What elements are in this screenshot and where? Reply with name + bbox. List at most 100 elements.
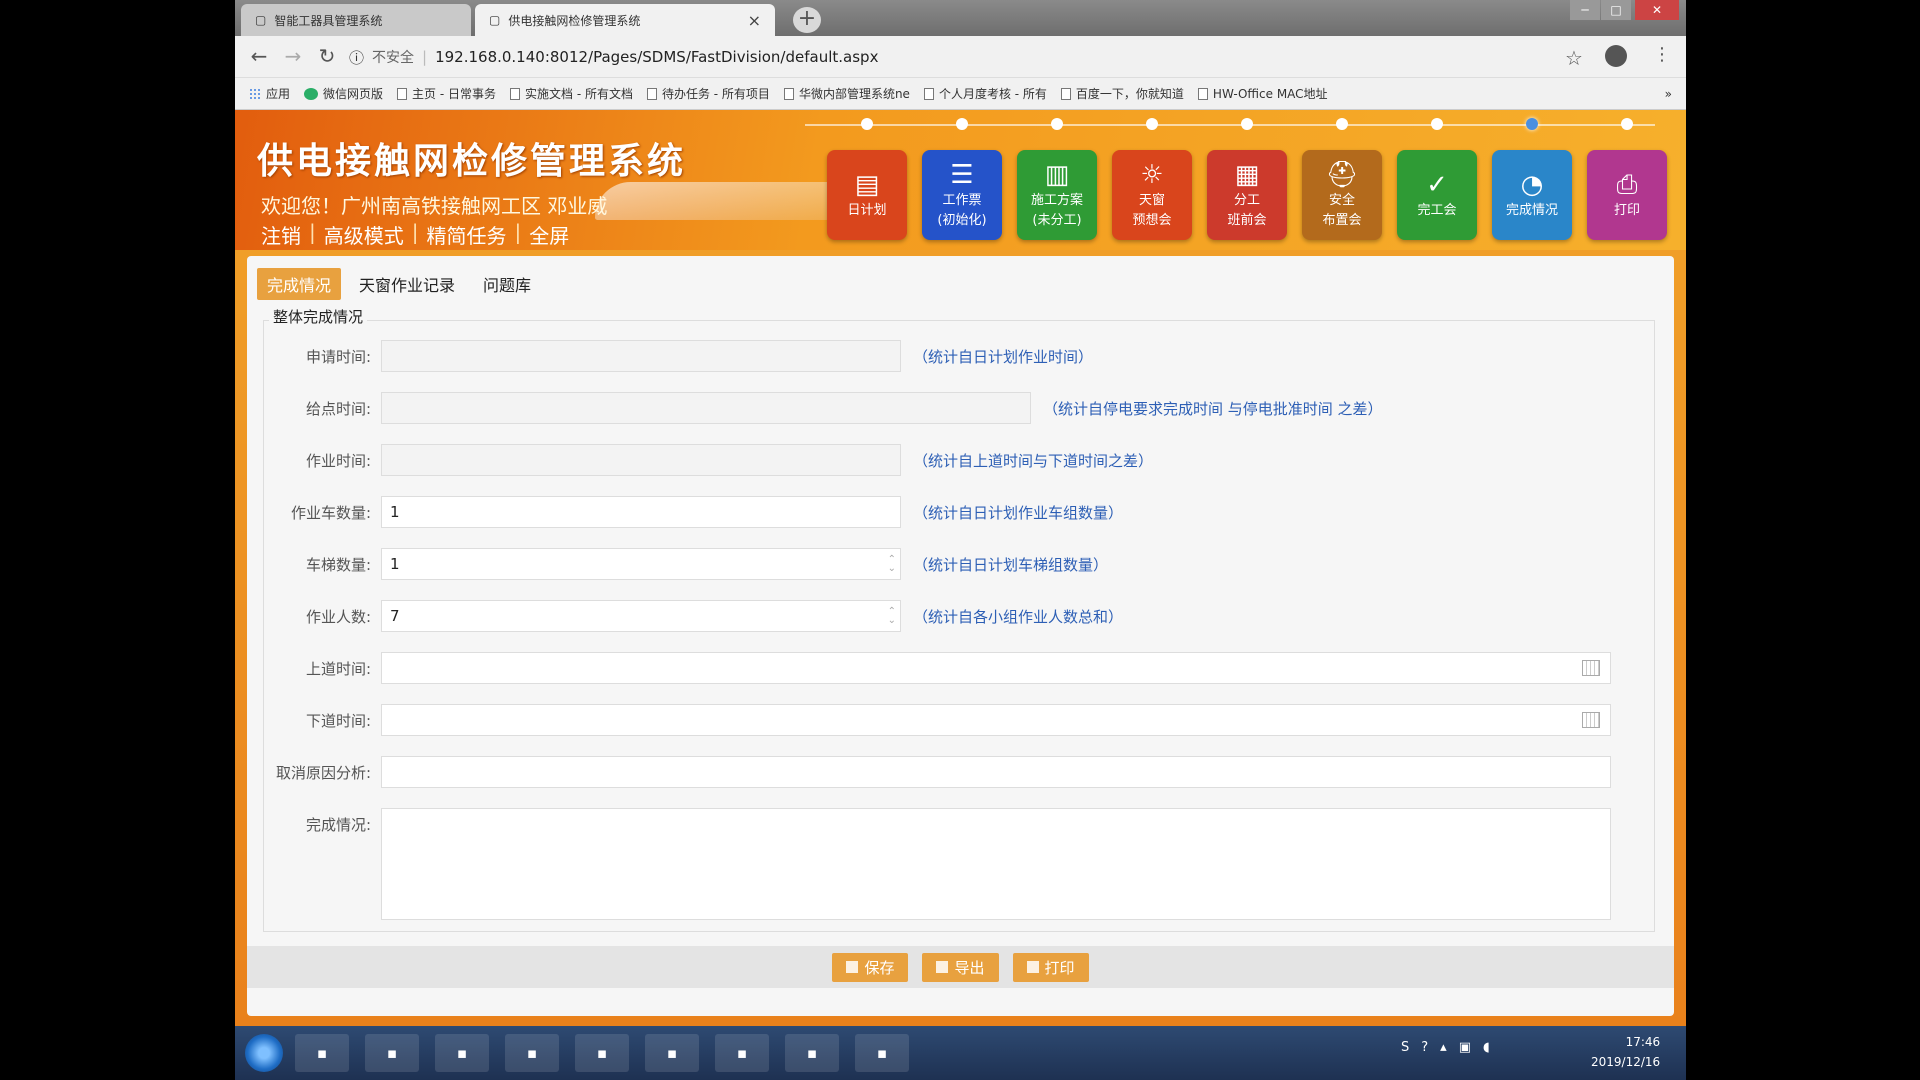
- calendar-icon[interactable]: [1582, 712, 1600, 728]
- timeline-dot: [1051, 118, 1063, 130]
- volume-icon[interactable]: ◖: [1483, 1040, 1490, 1055]
- ladder-count-field[interactable]: 1 ⌃ ⌄: [381, 548, 901, 580]
- media-icon[interactable]: ▪: [645, 1034, 699, 1072]
- back-icon[interactable]: ←: [247, 45, 271, 69]
- bookmark-label: 华微内部管理系统ne: [798, 87, 910, 101]
- bookmark-item[interactable]: 微信网页版: [304, 85, 383, 102]
- app-window: 供电接触网检修管理系统 欢迎您！广州南高铁接触网工区 邓业威 注销 | 高级模式…: [235, 110, 1686, 1026]
- forward-icon[interactable]: →: [281, 45, 305, 69]
- module-button[interactable]: ▦ 分工 班前会: [1207, 150, 1287, 240]
- bookmark-item[interactable]: 百度一下，你就知道: [1060, 85, 1184, 102]
- given-time-label: 给点时间:: [305, 400, 371, 418]
- module-button[interactable]: ☰ 工作票 (初始化): [922, 150, 1002, 240]
- on-track-time-field[interactable]: [381, 652, 1611, 684]
- bookmark-item[interactable]: HW-Office MAC地址: [1197, 85, 1328, 102]
- close-tab-icon[interactable]: ×: [748, 11, 761, 30]
- work-time-field[interactable]: [381, 444, 901, 476]
- fullscreen-link[interactable]: 全屏: [529, 220, 569, 249]
- welcome-text: 欢迎您！广州南高铁接触网工区 邓业威: [261, 194, 608, 218]
- notepad-icon[interactable]: ▪: [575, 1034, 629, 1072]
- tab-completion[interactable]: 完成情况: [257, 268, 342, 300]
- bookmarks-bar: 应用 微信网页版 主页 - 日常事务 实施文档 - 所有文档 待办任务 - 所有项目 华微…: [235, 78, 1686, 110]
- bookmark-item[interactable]: 待办任务 - 所有项目: [646, 85, 770, 102]
- bookmark-item[interactable]: 主页 - 日常事务: [397, 85, 496, 102]
- app-icon[interactable]: ▪: [855, 1034, 909, 1072]
- page-icon: ▢: [255, 13, 267, 27]
- reload-icon[interactable]: ↻: [315, 45, 339, 69]
- timeline-dot: [861, 118, 873, 130]
- arrow-up-icon[interactable]: ▴: [1440, 1040, 1447, 1055]
- menu-icon[interactable]: ⋮: [1653, 44, 1671, 65]
- clock-time: 17:46: [1625, 1035, 1661, 1049]
- bookmark-item[interactable]: 应用: [249, 85, 290, 102]
- document-icon: ▥: [1044, 160, 1070, 190]
- close-window-button[interactable]: ✕: [1635, 0, 1679, 20]
- bookmark-item[interactable]: 实施文档 - 所有文档: [510, 85, 633, 102]
- chrome-icon[interactable]: ▪: [505, 1034, 559, 1072]
- module-sublabel: 预想会: [1132, 213, 1172, 228]
- start-button[interactable]: [245, 1034, 283, 1072]
- address-bar: ← → ↻ ⓘ 不安全 | 192.168.0.140:8012/Pages/S…: [235, 36, 1686, 78]
- new-tab-button[interactable]: +: [793, 7, 821, 33]
- tab-window-records[interactable]: 天窗作业记录: [349, 268, 465, 300]
- outlook-icon[interactable]: ▪: [295, 1034, 349, 1072]
- page-icon: [646, 87, 657, 100]
- cancel-reason-field[interactable]: [381, 756, 1611, 788]
- module-label: 打印: [1613, 203, 1640, 218]
- url-field[interactable]: ⓘ 不安全 | 192.168.0.140:8012/Pages/SDMS/Fa…: [349, 42, 1449, 72]
- print-button[interactable]: 打印: [1012, 952, 1089, 982]
- calendar-icon[interactable]: [1582, 660, 1600, 676]
- module-button[interactable]: ✓ 完工会: [1397, 150, 1477, 240]
- browser-tab-maintenance[interactable]: ▢ 供电接触网检修管理系统 ×: [475, 4, 775, 36]
- worker-count-field[interactable]: 7 ⌃ ⌄: [381, 600, 901, 632]
- clock[interactable]: 17:46 2019/12/16: [1591, 1032, 1660, 1072]
- logout-link[interactable]: 注销: [261, 220, 301, 249]
- word-icon[interactable]: ▪: [785, 1034, 839, 1072]
- check-icon: ✓: [1426, 170, 1448, 200]
- explorer-icon[interactable]: ▪: [435, 1034, 489, 1072]
- help-icon[interactable]: ?: [1421, 1040, 1428, 1055]
- bookmark-item[interactable]: 个人月度考核 - 所有: [923, 85, 1047, 102]
- timeline-dot: [1431, 118, 1443, 130]
- tab-issue-library[interactable]: 问题库: [473, 268, 541, 300]
- module-button[interactable]: ◔ 完成情况: [1492, 150, 1572, 240]
- module-label: 工作票: [942, 193, 982, 208]
- minimize-button[interactable]: ─: [1570, 0, 1600, 20]
- info-icon[interactable]: ⓘ: [349, 47, 364, 68]
- off-track-time-field[interactable]: [381, 704, 1611, 736]
- module-button[interactable]: ▥ 施工方案 (未分工): [1017, 150, 1097, 240]
- spinner-icon[interactable]: ⌃ ⌄: [888, 607, 896, 626]
- given-time-field[interactable]: [381, 392, 1031, 424]
- system-title: 供电接触网检修管理系统: [257, 141, 687, 182]
- bookmark-item[interactable]: 华微内部管理系统ne: [783, 85, 910, 102]
- export-label: 导出: [954, 958, 985, 977]
- simple-task-link[interactable]: 精简任务: [427, 220, 507, 249]
- module-button[interactable]: ⛑ 安全 布置会: [1302, 150, 1382, 240]
- completion-note-field[interactable]: [381, 808, 1611, 920]
- module-sublabel: 布置会: [1322, 213, 1362, 228]
- module-button[interactable]: ☼ 天窗 预想会: [1112, 150, 1192, 240]
- bookmark-label: 个人月度考核 - 所有: [938, 87, 1047, 101]
- photo-icon[interactable]: ▪: [715, 1034, 769, 1072]
- more-bookmarks-icon[interactable]: »: [1665, 87, 1672, 101]
- apply-time-field[interactable]: [381, 340, 901, 372]
- tab-title: 智能工器具管理系统: [274, 13, 383, 28]
- app-icon[interactable]: ▪: [365, 1034, 419, 1072]
- on-track-time-label: 上道时间:: [305, 660, 371, 678]
- save-button[interactable]: 保存: [832, 952, 909, 982]
- ime-icon[interactable]: S: [1401, 1040, 1409, 1055]
- bookmark-star-icon[interactable]: ☆: [1565, 46, 1583, 70]
- network-icon[interactable]: ▣: [1459, 1040, 1471, 1055]
- vehicle-count-field[interactable]: 1: [381, 496, 901, 528]
- content-tabs: 完成情况 天窗作业记录 问题库: [257, 268, 541, 300]
- module-button[interactable]: ▤ 日计划: [827, 150, 907, 240]
- browser-tab-tools[interactable]: ▢ 智能工器具管理系统: [241, 4, 471, 36]
- account-icon[interactable]: [1605, 45, 1627, 67]
- spinner-icon[interactable]: ⌃ ⌄: [888, 555, 896, 574]
- maximize-button[interactable]: □: [1601, 0, 1631, 20]
- module-button[interactable]: ⎙ 打印: [1587, 150, 1667, 240]
- module-label: 完工会: [1417, 203, 1457, 218]
- advanced-mode-link[interactable]: 高级模式: [324, 220, 404, 249]
- completion-note-label: 完成情况:: [305, 816, 371, 834]
- export-button[interactable]: 导出: [922, 952, 999, 982]
